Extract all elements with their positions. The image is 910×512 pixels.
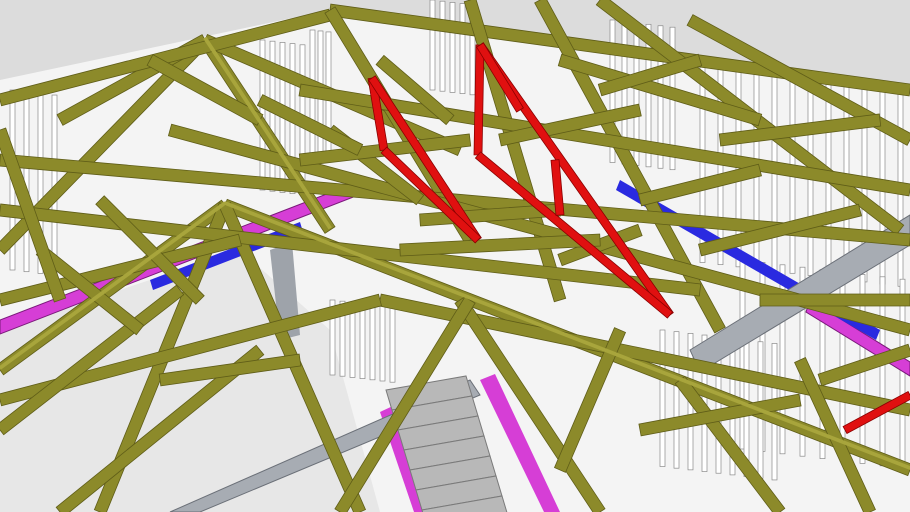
wall-stud — [659, 329, 666, 467]
wall-stud — [429, 0, 436, 91]
wall-stud — [673, 331, 680, 469]
wall-stud — [459, 3, 466, 94]
3d-model-viewport — [0, 0, 910, 512]
wall-stud — [389, 306, 396, 383]
wall-stud — [379, 305, 386, 382]
wall-stud — [449, 2, 456, 93]
wall-stud — [359, 303, 366, 379]
wall-stud — [439, 0, 446, 92]
red-truss-member — [473, 44, 485, 156]
wall-stud — [899, 278, 906, 469]
timber-member — [759, 293, 910, 307]
roof-truss-model — [0, 0, 910, 512]
wall-stud — [369, 304, 376, 381]
